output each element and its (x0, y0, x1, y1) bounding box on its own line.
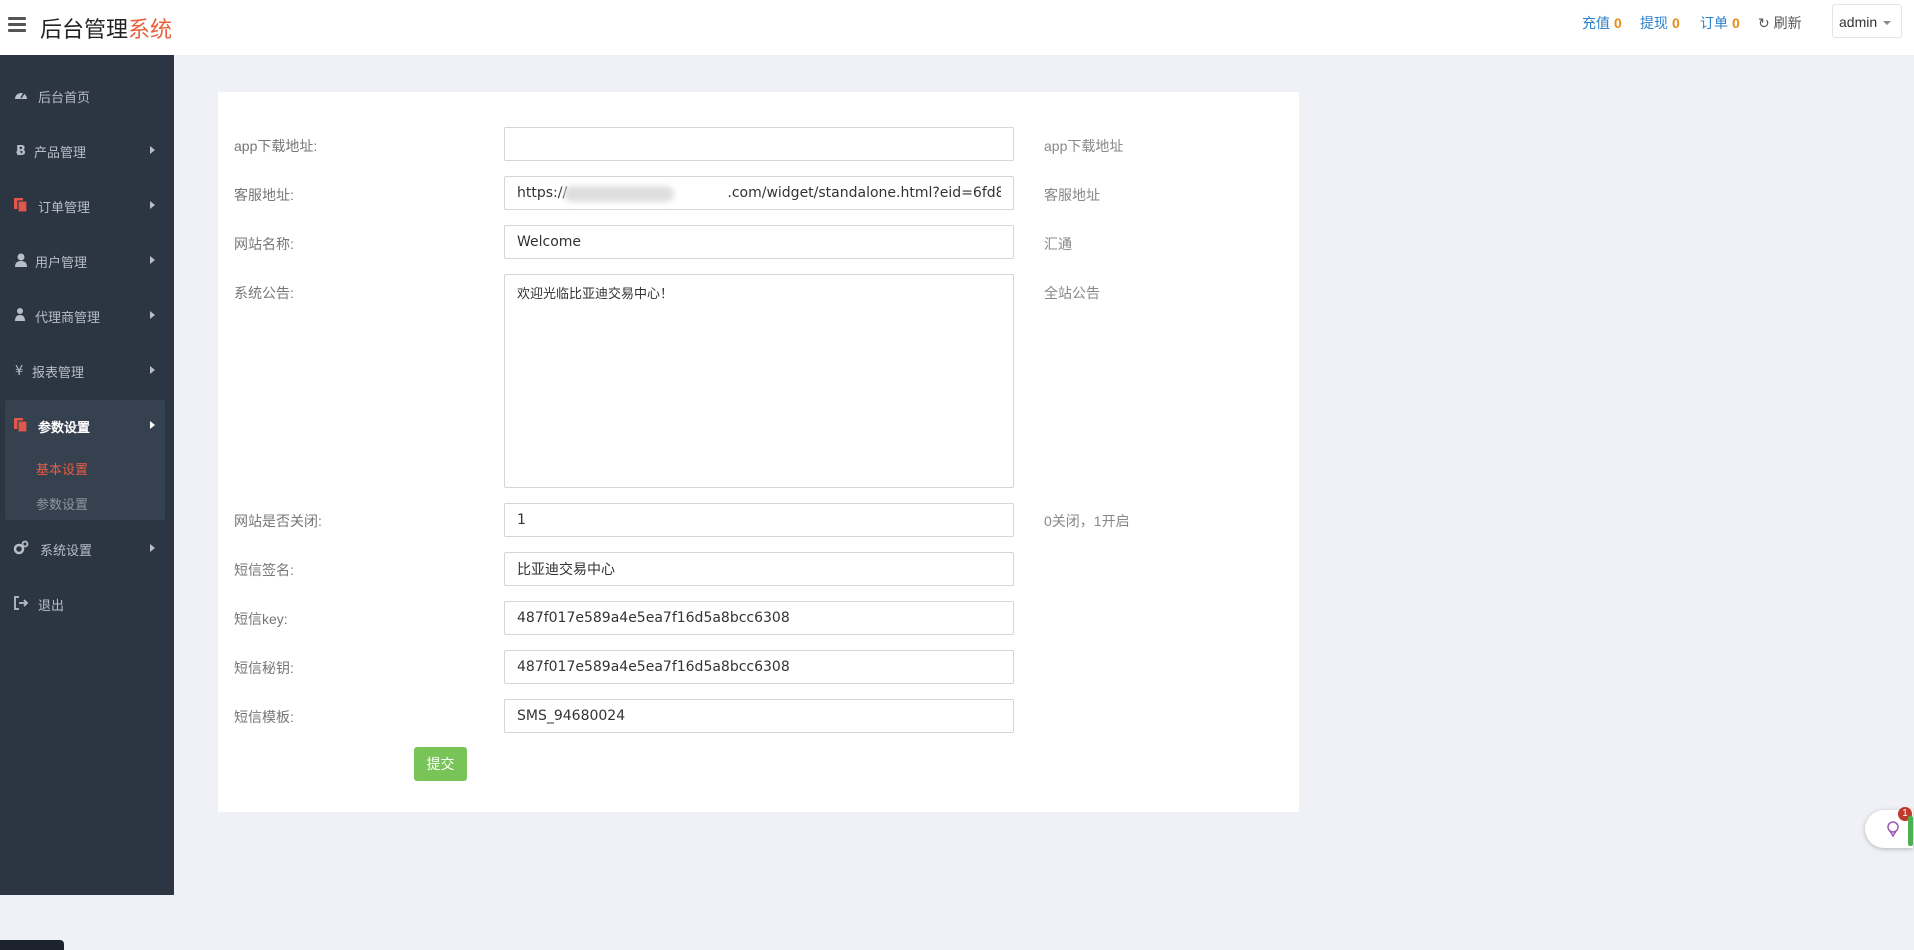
order-count: 0 (1732, 15, 1740, 31)
sidebar-item-label: 后台首页 (38, 90, 91, 105)
refresh-label: 刷新 (1773, 15, 1802, 31)
sidebar-item-dashboard[interactable]: 后台首页 (0, 70, 174, 120)
settings-form-card: app下载地址: app下载地址 客服地址: 客服地址 网站名称: 汇通 系统公… (218, 92, 1299, 812)
gears-icon (13, 540, 29, 555)
order-stat[interactable]: 订单 0 (1700, 13, 1740, 33)
order-label: 订单 (1700, 15, 1728, 31)
sidebar-item-logout[interactable]: 退出 (0, 578, 174, 628)
sidebar-item-label: 报表管理 (32, 365, 85, 380)
sms-template-label: 短信模板: (234, 709, 294, 725)
copy-icon (14, 198, 28, 213)
sidebar-subitem-params[interactable]: 参数设置 (36, 494, 88, 513)
copy-icon (14, 418, 28, 433)
chevron-right-icon (150, 146, 155, 154)
menu-toggle-icon[interactable] (8, 17, 26, 33)
chat-widget[interactable]: 1 (1865, 807, 1913, 848)
chevron-right-icon (150, 201, 155, 209)
sidebar-item-users[interactable]: 用户管理 (0, 235, 174, 285)
sms-sign-input[interactable] (504, 552, 1014, 586)
sidebar-item-label: 产品管理 (34, 145, 87, 160)
sidebar-item-agents[interactable]: 代理商管理 (0, 290, 174, 340)
recharge-stat[interactable]: 充值 0 (1582, 13, 1622, 33)
redaction-blur (564, 186, 674, 202)
brand-main: 后台管理 (40, 17, 129, 42)
chevron-right-icon (150, 256, 155, 264)
sidebar-subitem-basic[interactable]: 基本设置 (36, 459, 88, 478)
sidebar-item-label: 用户管理 (35, 255, 88, 270)
user-dropdown[interactable]: admin (1832, 4, 1902, 38)
site-name-label: 网站名称: (234, 236, 294, 252)
yen-icon: ¥ (15, 364, 23, 378)
sidebar-item-label: 订单管理 (38, 200, 91, 215)
sms-key-label: 短信key: (234, 611, 288, 627)
user-name: admin (1839, 14, 1878, 30)
brand-title: 后台管理系统 (40, 12, 172, 44)
dashboard-icon (15, 92, 27, 99)
chevron-down-icon (1883, 21, 1892, 26)
brand-accent: 系统 (128, 17, 173, 42)
sms-secret-label: 短信秘钥: (234, 660, 294, 676)
user-icon (15, 253, 27, 267)
site-name-input[interactable] (504, 225, 1014, 259)
svg-text:Ƀ: Ƀ (16, 144, 26, 158)
svg-text:¥: ¥ (15, 364, 23, 378)
chevron-right-icon (150, 311, 155, 319)
chevron-right-icon (150, 366, 155, 374)
site-closed-input[interactable] (504, 503, 1014, 537)
top-bar: 后台管理系统 充值 0 提现 0 订单 0 ↻ 刷新 admin (0, 0, 1914, 55)
widget-indicator (1908, 816, 1913, 846)
bitcoin-icon: Ƀ (16, 144, 26, 158)
status-chip (0, 940, 64, 950)
sms-secret-input[interactable] (504, 650, 1014, 684)
sidebar-item-label: 代理商管理 (35, 310, 101, 325)
sidebar-item-label: 退出 (38, 598, 65, 613)
sidebar-item-orders[interactable]: 订单管理 (0, 180, 174, 230)
sitemap-icon (15, 308, 25, 321)
app-url-input[interactable] (504, 127, 1014, 161)
refresh-button[interactable]: ↻ 刷新 (1758, 13, 1802, 33)
recharge-count: 0 (1614, 15, 1622, 31)
submit-button[interactable]: 提交 (414, 747, 467, 781)
service-url-hint: 客服地址 (1044, 187, 1100, 203)
service-url-label: 客服地址: (234, 187, 294, 203)
withdraw-count: 0 (1672, 15, 1680, 31)
app-url-hint: app下载地址 (1044, 138, 1124, 154)
notice-label: 系统公告: (234, 285, 294, 301)
sms-sign-label: 短信签名: (234, 562, 294, 578)
withdraw-stat[interactable]: 提现 0 (1640, 13, 1680, 33)
sms-template-input[interactable] (504, 699, 1014, 733)
sign-out-icon (14, 596, 29, 610)
chevron-right-icon (150, 421, 155, 429)
sidebar-item-products[interactable]: Ƀ 产品管理 (0, 125, 174, 175)
ice-cream-icon (1887, 821, 1899, 837)
site-closed-label: 网站是否关闭: (234, 513, 322, 529)
recharge-label: 充值 (1582, 15, 1610, 31)
chevron-right-icon (150, 544, 155, 552)
sidebar-item-label: 系统设置 (40, 543, 93, 558)
site-name-hint: 汇通 (1044, 236, 1072, 252)
notice-hint: 全站公告 (1044, 285, 1100, 301)
sidebar-item-params[interactable]: 参数设置 (0, 400, 174, 450)
sidebar-item-reports[interactable]: ¥ 报表管理 (0, 345, 174, 395)
sidebar-item-label: 参数设置 (38, 420, 91, 435)
refresh-icon: ↻ (1758, 15, 1770, 31)
sidebar: 后台首页 Ƀ 产品管理 订单管理 用户管理 代理商管理 ¥ 报表管理 参数设置 … (0, 55, 174, 950)
sidebar-item-system[interactable]: 系统设置 (0, 523, 174, 573)
app-url-label: app下载地址: (234, 138, 318, 154)
withdraw-label: 提现 (1640, 15, 1668, 31)
notice-textarea[interactable]: 欢迎光临比亚迪交易中心！ (504, 274, 1014, 488)
site-closed-hint: 0关闭，1开启 (1044, 513, 1130, 529)
sms-key-input[interactable] (504, 601, 1014, 635)
